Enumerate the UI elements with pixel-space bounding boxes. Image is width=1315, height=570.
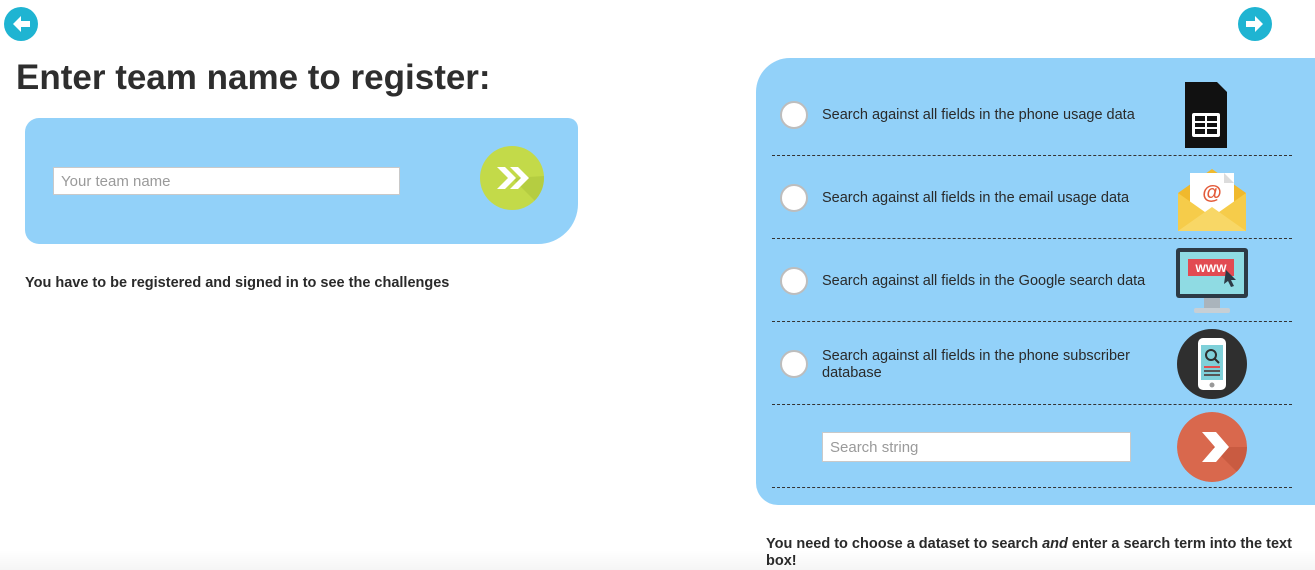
- registration-note: You have to be registered and signed in …: [25, 275, 450, 291]
- search-string-input[interactable]: [822, 432, 1131, 462]
- register-submit-button[interactable]: [480, 146, 544, 210]
- monitor-www-icon: WWW: [1174, 246, 1250, 316]
- page-title: Enter team name to register:: [16, 58, 491, 97]
- register-panel: [25, 118, 578, 244]
- dataset-radio[interactable]: [780, 267, 808, 295]
- envelope-icon: @: [1174, 163, 1250, 235]
- dataset-radio[interactable]: [780, 184, 808, 212]
- double-chevron-right-icon: [497, 167, 544, 210]
- search-note: You need to choose a dataset to search a…: [766, 536, 1296, 570]
- dataset-option-label: Search against all fields in the phone s…: [822, 348, 1130, 381]
- next-button[interactable]: [1238, 7, 1272, 41]
- svg-text:WWW: WWW: [1195, 263, 1227, 275]
- back-button[interactable]: [4, 7, 38, 41]
- dataset-option-google-search[interactable]: Search against all fields in the Google …: [772, 239, 1292, 322]
- search-note-text: You need to choose a dataset to search: [766, 536, 1043, 552]
- dataset-option-label: Search against all fields in the phone u…: [822, 107, 1135, 123]
- divider: [772, 487, 1292, 488]
- team-name-input[interactable]: [53, 167, 400, 195]
- dataset-option-email-usage[interactable]: Search against all fields in the email u…: [772, 156, 1292, 239]
- dataset-option-phone-subscriber[interactable]: Search against all fields in the phone s…: [772, 322, 1292, 405]
- dataset-option-label: Search against all fields in the Google …: [822, 273, 1146, 289]
- svg-text:@: @: [1202, 182, 1222, 204]
- smartphone-icon: [1176, 328, 1248, 400]
- arrow-right-icon: [1246, 16, 1263, 32]
- search-submit-button[interactable]: [1177, 412, 1247, 482]
- dataset-option-label: Search against all fields in the email u…: [822, 190, 1130, 206]
- chevron-right-icon: [1177, 412, 1247, 482]
- arrow-left-icon: [13, 16, 30, 32]
- search-note-emphasis: and: [1042, 536, 1068, 552]
- dataset-radio[interactable]: [780, 101, 808, 129]
- search-panel: Search against all fields in the phone u…: [756, 58, 1315, 505]
- dataset-radio[interactable]: [780, 350, 808, 378]
- dataset-option-phone-usage[interactable]: Search against all fields in the phone u…: [772, 73, 1292, 156]
- sim-card-icon: [1182, 79, 1230, 151]
